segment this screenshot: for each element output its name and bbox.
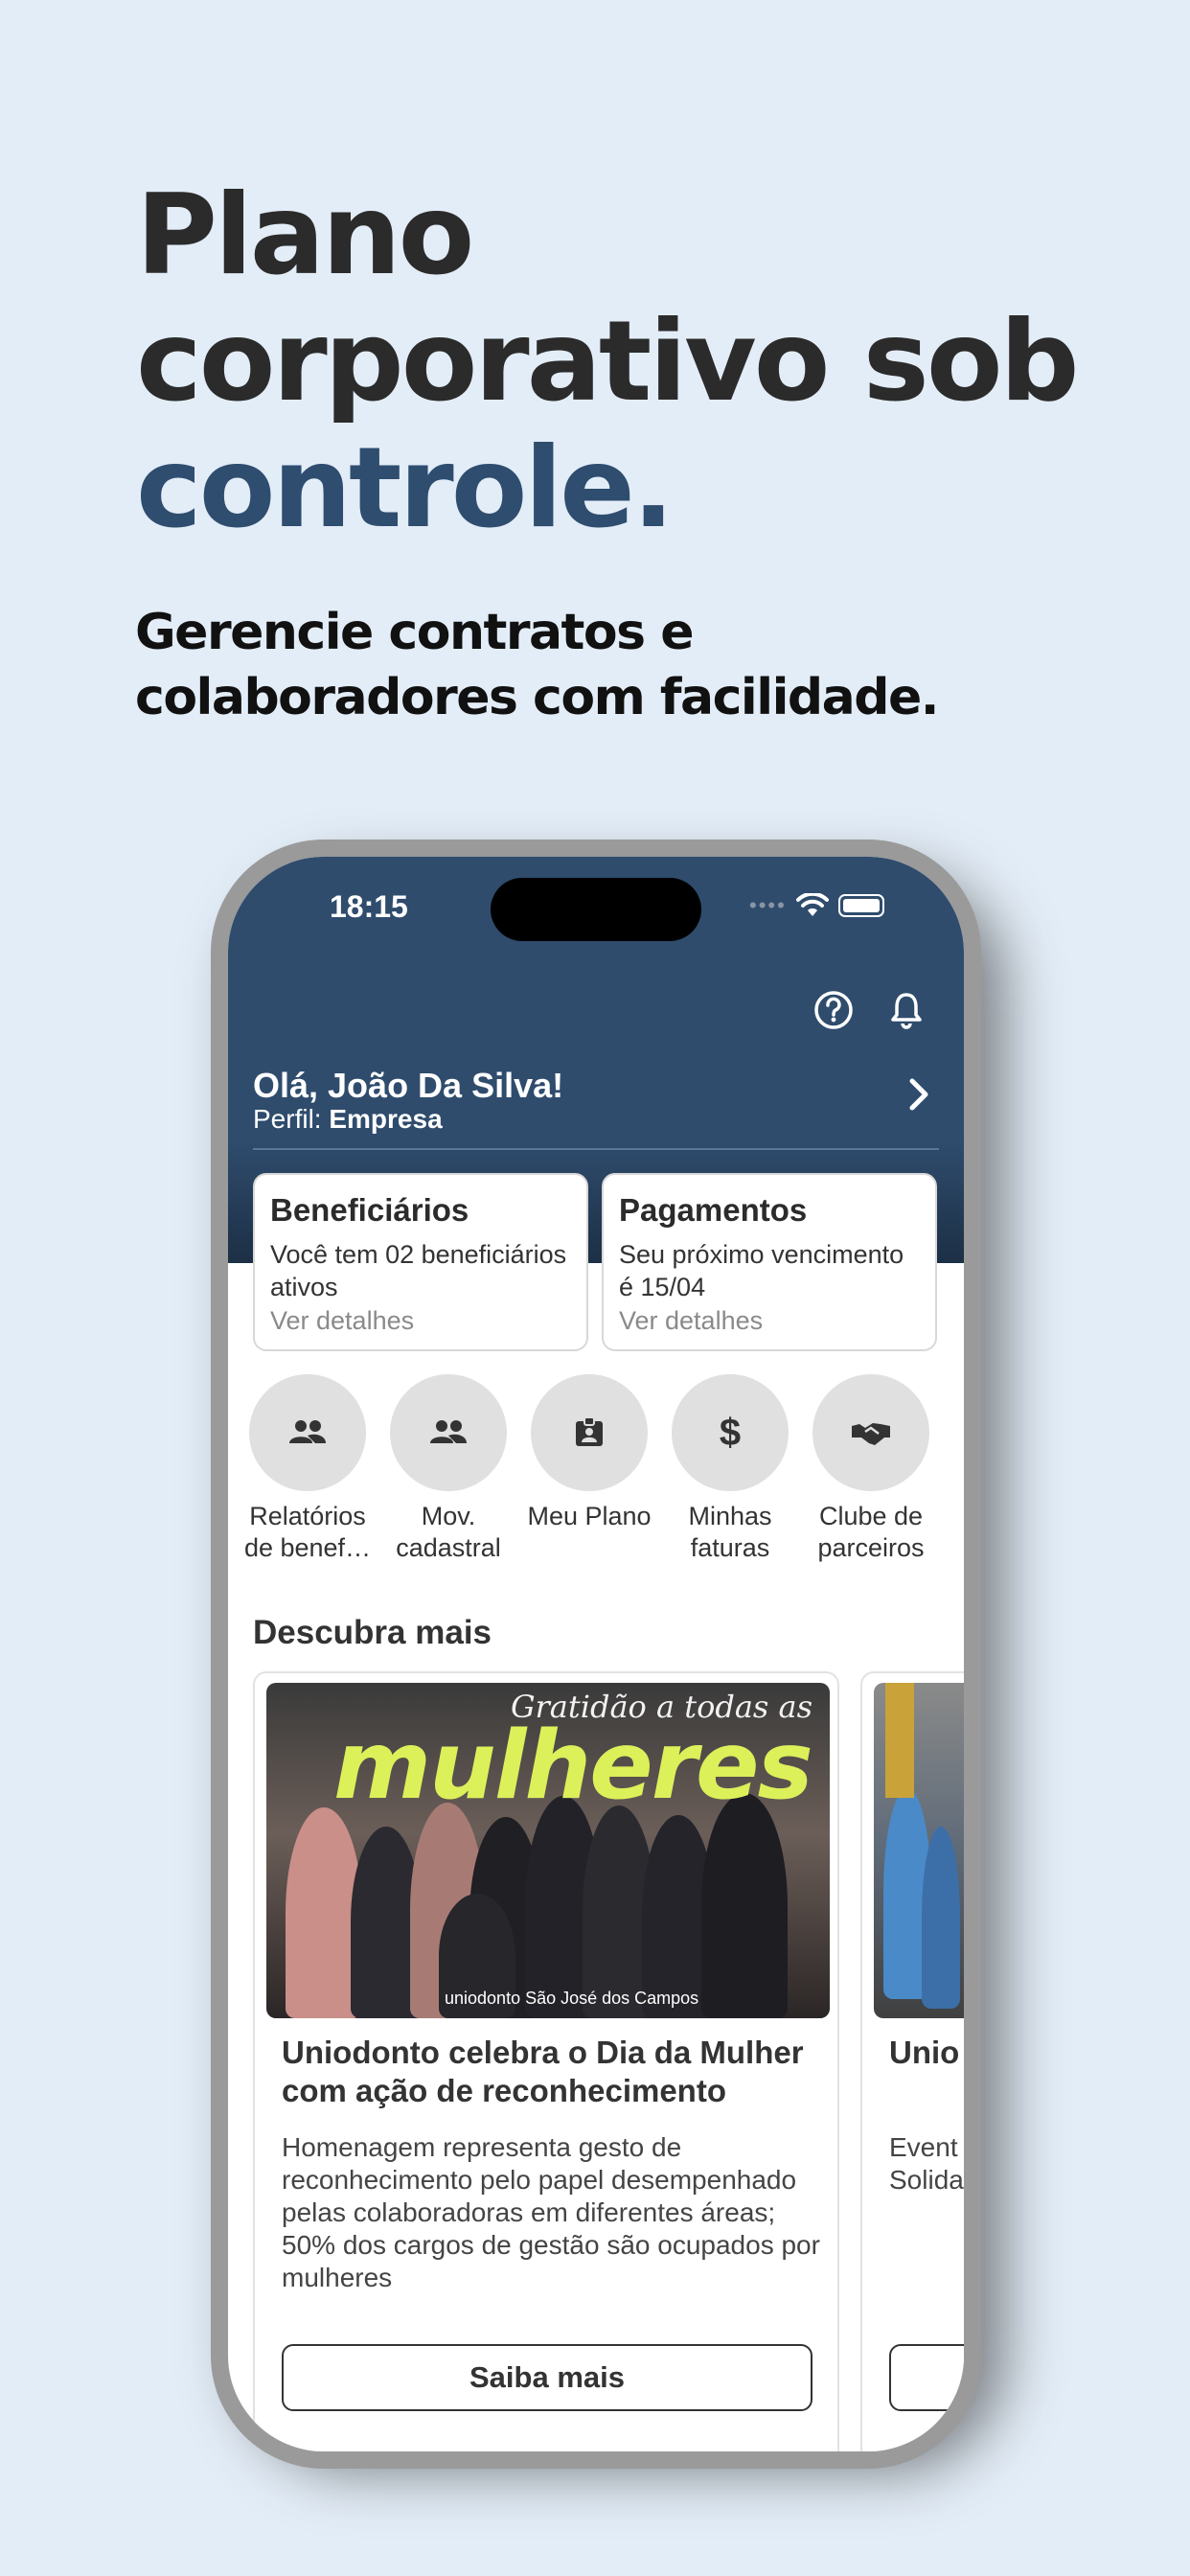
shortcut-label-line-2: de benef… <box>243 1533 372 1562</box>
news-title: Unio Cam Cara <box>889 2035 964 2070</box>
bell-icon[interactable] <box>885 989 927 1031</box>
shortcut-label-line-1: Relatórios <box>249 1502 366 1530</box>
header-divider <box>253 1148 939 1150</box>
signal-icon: •••• <box>749 893 787 917</box>
handshake-icon <box>852 1423 890 1445</box>
phone-frame: 18:15 •••• Olá, João Da Silva! Perfil: E… <box>211 840 981 2469</box>
shortcut-reports[interactable]: Relatórios de benef… <box>236 1374 379 1564</box>
battery-icon <box>837 894 884 917</box>
shortcut-label-line-2: cadastral <box>396 1533 501 1562</box>
beneficiaries-card[interactable]: Beneficiários Você tem 02 beneficiários … <box>253 1173 588 1351</box>
profile-value: Empresa <box>329 1104 443 1134</box>
read-more-button[interactable] <box>889 2344 964 2411</box>
card-description: Seu próximo vencimento é 15/04 <box>619 1240 904 1301</box>
card-details-link[interactable]: Ver detalhes <box>270 1306 414 1336</box>
dynamic-island <box>491 878 701 941</box>
news-card[interactable]: Unio Cam Cara Event Come com a Solida <box>860 1671 964 2451</box>
users-icon <box>430 1420 467 1443</box>
shortcut-registration[interactable]: Mov. cadastral <box>377 1374 520 1564</box>
shortcut-label-line-1: Mov. <box>421 1502 476 1530</box>
shortcut-circle[interactable] <box>812 1374 929 1491</box>
wifi-icon <box>795 893 829 916</box>
news-card[interactable]: Gratidão a todas as mulheres uniodonto S… <box>253 1671 839 2451</box>
dollar-icon: $ <box>719 1411 742 1454</box>
headline-line-1: Plano <box>136 171 474 300</box>
shortcut-partners-club[interactable]: Clube de parceiros <box>799 1374 943 1564</box>
greeting: Olá, João Da Silva! <box>253 1066 564 1105</box>
card-details-link[interactable]: Ver detalhes <box>619 1306 763 1336</box>
shortcut-label: Relatórios de benef… <box>236 1501 379 1564</box>
shortcut-invoices[interactable]: $ Minhas faturas <box>658 1374 802 1564</box>
card-title: Pagamentos <box>619 1192 808 1228</box>
subheadline-line-2: colaboradores com facilidade. <box>135 669 939 726</box>
shortcut-my-plan[interactable]: Meu Plano <box>517 1374 661 1532</box>
headline-line-2: corporativo sob <box>136 297 1080 426</box>
status-time: 18:15 <box>330 889 408 924</box>
read-more-button[interactable]: Saiba mais <box>282 2344 812 2411</box>
headline: Plano corporativo sob controle. <box>136 172 1152 552</box>
card-title: Beneficiários <box>270 1192 469 1228</box>
news-description: Event Come com a Solida <box>889 2132 964 2195</box>
news-image: Gratidão a todas as mulheres uniodonto S… <box>266 1683 830 2018</box>
shortcut-label-line-1: Clube de <box>818 1502 924 1530</box>
shortcut-label: Meu Plano <box>517 1501 661 1532</box>
phone-screen: 18:15 •••• Olá, João Da Silva! Perfil: E… <box>228 857 964 2451</box>
headline-accent: controle. <box>136 424 675 553</box>
users-icon <box>289 1420 326 1443</box>
profile-line: Perfil: Empresa <box>253 1104 443 1135</box>
news-title: Uniodonto celebra o Dia da Mulher com aç… <box>282 2035 804 2108</box>
chevron-right-icon[interactable] <box>903 1075 933 1114</box>
profile-label: Perfil: <box>253 1104 322 1134</box>
shortcut-circle[interactable]: $ <box>672 1374 789 1491</box>
news-image <box>874 1683 964 2018</box>
subheadline: Gerencie contratos e colaboradores com f… <box>135 600 997 730</box>
shortcut-label-line-1: Minhas <box>688 1502 772 1530</box>
shortcut-label-line-1: Meu Plano <box>527 1502 652 1530</box>
shortcut-circle[interactable] <box>390 1374 507 1491</box>
shortcut-circle[interactable] <box>531 1374 648 1491</box>
image-title: mulheres <box>333 1712 813 1821</box>
status-icons: •••• <box>749 893 884 918</box>
shortcut-circle[interactable] <box>249 1374 366 1491</box>
image-brand-logo: uniodonto São José dos Campos <box>445 1989 699 2008</box>
news-description: Homenagem representa gesto de reconhecim… <box>282 2132 820 2292</box>
shortcut-label: Mov. cadastral <box>377 1501 520 1564</box>
shortcut-label-line-2: parceiros <box>817 1533 925 1562</box>
section-title: Descubra mais <box>253 1614 492 1651</box>
shortcut-label: Clube de parceiros <box>799 1501 943 1564</box>
card-description: Você tem 02 beneficiários ativos <box>270 1240 567 1301</box>
shortcut-label-line-2: faturas <box>690 1533 770 1562</box>
shortcut-label: Minhas faturas <box>658 1501 802 1564</box>
help-icon[interactable] <box>812 989 855 1031</box>
payments-card[interactable]: Pagamentos Seu próximo vencimento é 15/0… <box>602 1173 937 1351</box>
id-card-icon <box>576 1416 603 1446</box>
subheadline-line-1: Gerencie contratos e <box>135 604 694 661</box>
